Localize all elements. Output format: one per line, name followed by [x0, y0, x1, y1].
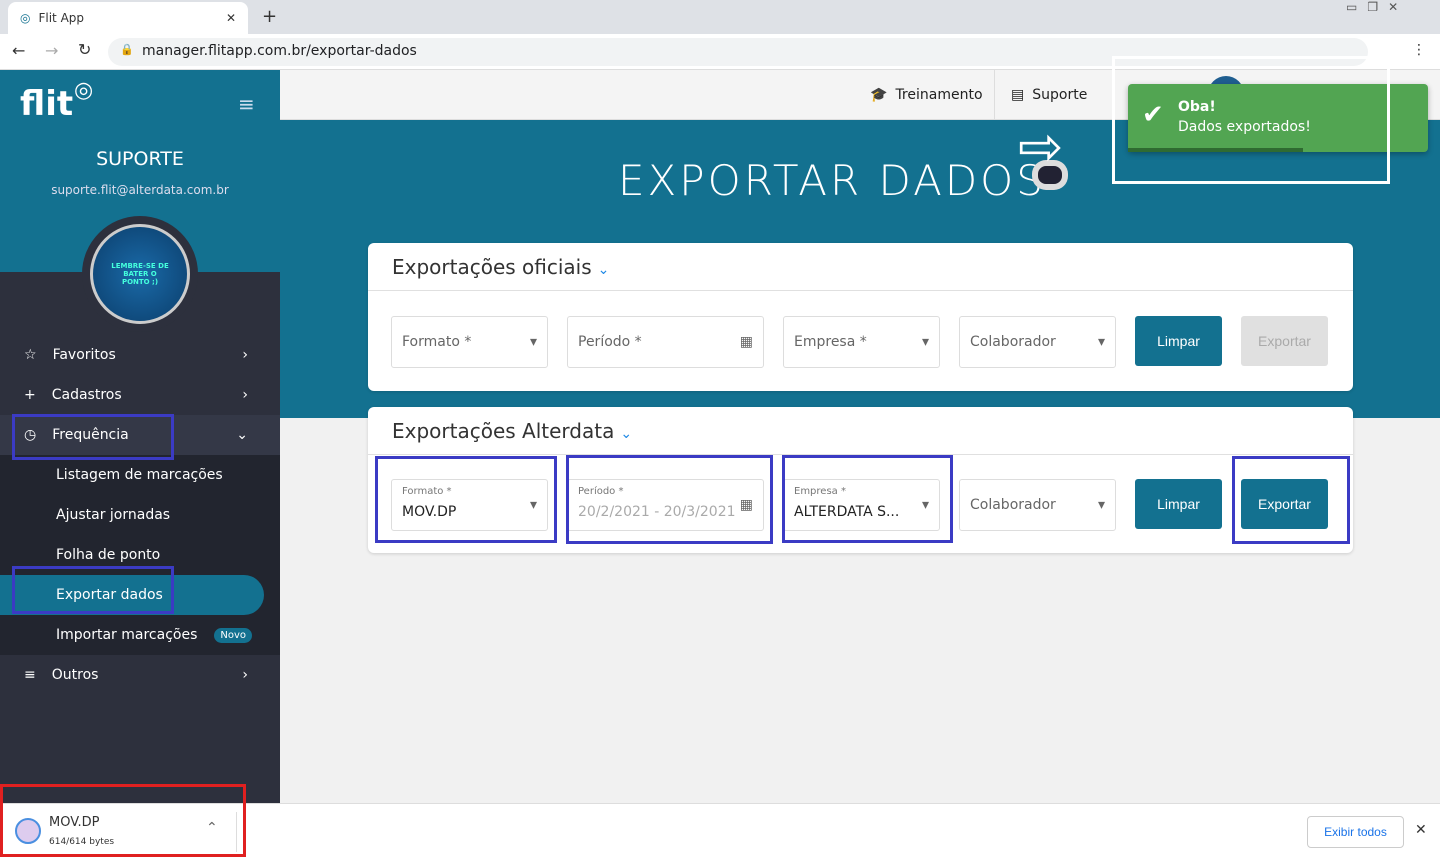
arrow-right-icon: ⇨	[1018, 115, 1064, 178]
official-exports-card: Exportações oficiais ⌄ Formato * ▾ Período…	[368, 243, 1353, 391]
company-select[interactable]: Empresa * ▾	[783, 316, 940, 368]
calendar-icon: ▦	[739, 334, 753, 350]
chevron-down-icon[interactable]: ⌄	[598, 262, 610, 278]
chevron-right-icon: ›	[242, 347, 248, 363]
hamburger-icon[interactable]: ≡	[238, 92, 255, 116]
window-controls[interactable]: ▭❐✕	[1346, 0, 1408, 14]
chevron-right-icon: ›	[242, 387, 248, 403]
show-all-button[interactable]: Exibir todos	[1307, 816, 1404, 848]
clear-button[interactable]: Limpar	[1135, 479, 1222, 529]
flit-logo: flit	[20, 84, 74, 124]
lock-icon: 🔒	[120, 43, 134, 56]
export-button-disabled[interactable]: Exportar	[1241, 316, 1328, 366]
back-icon[interactable]: ←	[12, 41, 25, 60]
employee-select[interactable]: Colaborador ▾	[959, 316, 1116, 368]
sidebar-item-outros[interactable]: ≡ Outros ›	[0, 655, 280, 695]
graduation-cap-icon: 🎓	[870, 87, 888, 103]
sidebar-item-listagem[interactable]: Listagem de marcações	[0, 455, 280, 495]
chevron-down-icon[interactable]: ⌄	[620, 426, 632, 442]
url-text: manager.flitapp.com.br/exportar-dados	[142, 43, 417, 59]
tab-title: Flit App	[38, 11, 85, 25]
forward-icon[interactable]: →	[45, 41, 58, 60]
chevron-down-icon: ⌄	[236, 427, 248, 443]
reload-icon[interactable]: ↻	[78, 40, 91, 59]
plus-icon: +	[24, 387, 36, 403]
chat-icon: ▤	[1011, 87, 1025, 103]
period-input[interactable]: Período * ▦	[567, 316, 764, 368]
employee-select[interactable]: Colaborador ▾	[959, 479, 1116, 531]
format-select[interactable]: Formato * ▾	[391, 316, 548, 368]
sidebar-item-importar[interactable]: Importar marcações Novo	[0, 615, 280, 655]
new-tab-icon[interactable]: +	[262, 6, 277, 27]
sidebar-item-ajustar[interactable]: Ajustar jornadas	[0, 495, 280, 535]
user-name: SUPORTE	[96, 148, 184, 170]
browser-tab[interactable]: ◎ Flit App ✕	[8, 2, 248, 34]
browser-tab-bar: ◎ Flit App ✕ + ▭❐✕	[0, 0, 1440, 34]
chevron-right-icon: ›	[242, 667, 248, 683]
support-link[interactable]: ▤ Suporte	[994, 70, 1103, 120]
clear-button[interactable]: Limpar	[1135, 316, 1222, 366]
download-bar: MOV.DP 614/614 bytes ⌃ Exibir todos ✕	[0, 784, 1440, 860]
sidebar-item-favoritos[interactable]: ☆ Favoritos ›	[0, 335, 280, 375]
logo-spiral-icon: ◎	[74, 78, 94, 103]
avatar[interactable]: LEMBRE-SE DE BATER O PONTO ;)	[90, 224, 190, 324]
new-badge: Novo	[214, 627, 252, 643]
star-icon: ☆	[24, 347, 37, 363]
list-icon: ≡	[24, 667, 36, 683]
sidebar: flit ◎ ≡ SUPORTE suporte.flit@alterdata.…	[0, 70, 280, 803]
close-icon[interactable]: ✕	[1415, 822, 1427, 838]
user-email: suporte.flit@alterdata.com.br	[51, 183, 229, 197]
sidebar-item-cadastros[interactable]: + Cadastros ›	[0, 375, 280, 415]
page-title: EXPORTAR DADOS	[618, 156, 1046, 205]
flit-favicon-icon: ◎	[20, 11, 31, 25]
menu-icon[interactable]: ⋮	[1412, 42, 1426, 58]
close-tab-icon[interactable]: ✕	[226, 11, 236, 25]
training-link[interactable]: 🎓 Treinamento	[854, 70, 999, 120]
